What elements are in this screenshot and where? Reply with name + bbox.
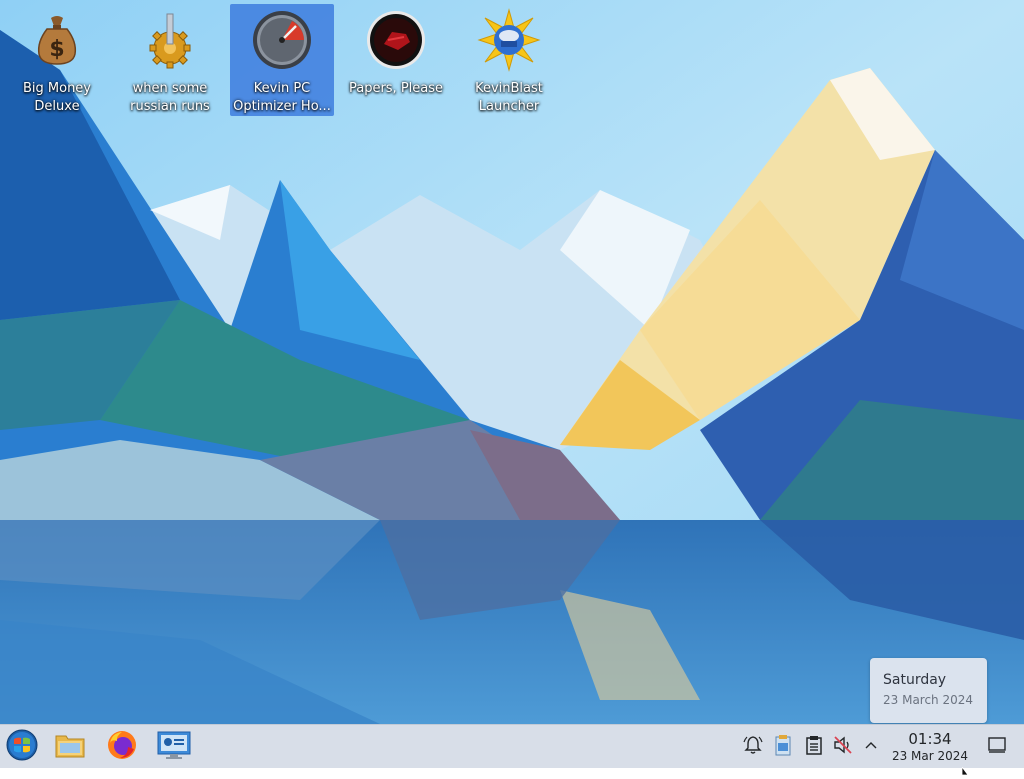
desktop-icon-russian-runs[interactable]: when some russian runs a...	[118, 4, 222, 116]
calendar-tooltip: Saturday 23 March 2024	[870, 658, 987, 723]
desktop-icon-label: KevinBlast Launcher	[475, 81, 543, 114]
desktop-icon-kevinblast-launcher[interactable]: KevinBlast Launcher	[457, 4, 561, 116]
gauge-icon	[250, 8, 314, 72]
papers-please-icon	[364, 8, 428, 72]
firefox-icon	[106, 729, 138, 765]
tooltip-weekday: Saturday	[883, 672, 947, 688]
desktop-icon-label: Big Money Deluxe	[22, 81, 91, 114]
digital-clock[interactable]: 01:34 23 Mar 2024	[886, 731, 974, 764]
desktop-icon-label: Papers, Please	[348, 81, 444, 96]
clock-time: 01:34	[908, 730, 952, 748]
blast-launcher-icon	[477, 8, 541, 72]
system-settings-button[interactable]	[156, 729, 192, 765]
clipboard-button[interactable]	[803, 736, 825, 758]
file-manager-button[interactable]	[52, 729, 88, 765]
clipboard-icon	[805, 735, 823, 759]
chevron-up-icon	[863, 737, 879, 757]
desktop-icon-big-money-deluxe[interactable]: $ Big Money Deluxe	[5, 4, 109, 116]
volume-button[interactable]	[832, 736, 854, 758]
expand-tray-button[interactable]	[860, 736, 882, 758]
windows-start-icon	[6, 729, 38, 765]
clipboard-app-button[interactable]	[772, 734, 794, 760]
gear-icon	[138, 8, 202, 72]
folder-icon	[54, 730, 86, 764]
clipboard-colored-icon	[773, 734, 793, 760]
tooltip-full-date: 23 March 2024	[883, 693, 974, 707]
speaker-muted-icon	[833, 735, 853, 759]
svg-text:$: $	[49, 37, 64, 62]
start-menu-button[interactable]	[4, 729, 40, 765]
desktop-icon-label: Kevin PC Optimizer Ho...	[233, 81, 331, 114]
mouse-pointer-icon	[961, 760, 972, 779]
desktop-icon-kevin-pc-optimizer[interactable]: Kevin PC Optimizer Ho...	[230, 4, 334, 116]
desktop-icon-label: when some russian runs a...	[130, 81, 210, 114]
taskbar: 01:34 23 Mar 2024	[0, 724, 1024, 768]
bell-icon	[743, 735, 763, 759]
settings-app-icon	[157, 730, 191, 764]
show-desktop-icon	[988, 737, 1006, 757]
clock-date: 23 Mar 2024	[891, 749, 969, 763]
show-desktop-button[interactable]	[986, 736, 1008, 758]
notifications-button[interactable]	[742, 736, 764, 758]
money-bag-icon: $	[25, 8, 89, 72]
firefox-button[interactable]	[104, 729, 140, 765]
desktop-icon-papers-please[interactable]: Papers, Please	[344, 4, 448, 116]
